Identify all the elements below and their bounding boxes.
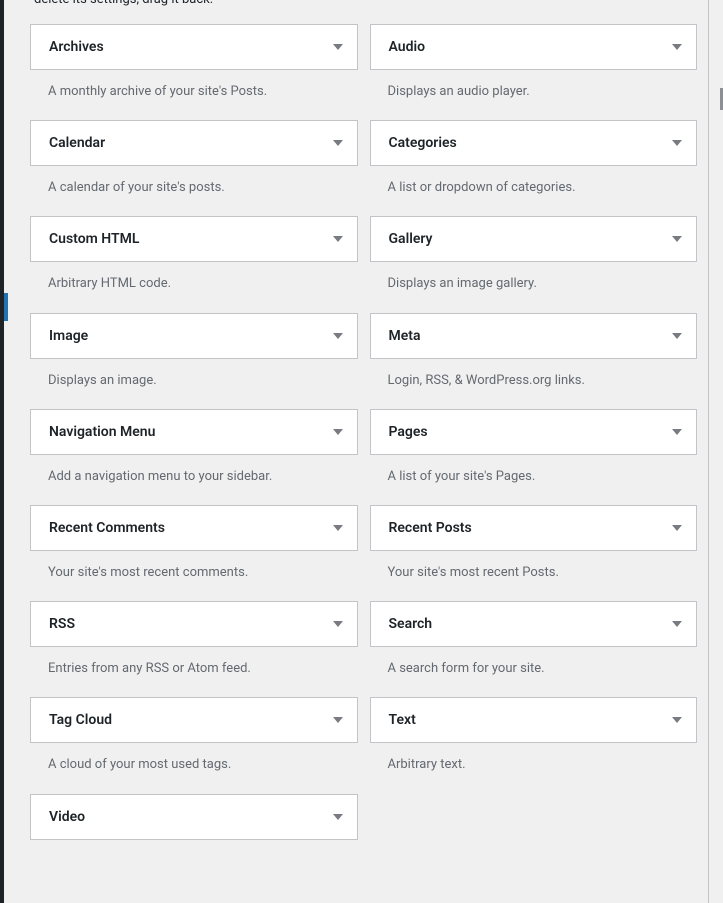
widget-title-label: Archives <box>49 39 104 55</box>
chevron-down-icon <box>333 621 343 627</box>
widget-gallery: Gallery Displays an image gallery. <box>370 216 698 306</box>
widget-header-rss[interactable]: RSS <box>30 601 358 647</box>
widget-description: Arbitrary HTML code. <box>48 275 358 293</box>
chevron-down-icon <box>333 717 343 723</box>
widget-header-gallery[interactable]: Gallery <box>370 216 698 262</box>
widget-description: Displays an audio player. <box>388 83 698 101</box>
widget-tag-cloud: Tag Cloud A cloud of your most used tags… <box>30 697 358 787</box>
widget-rss: RSS Entries from any RSS or Atom feed. <box>30 601 358 691</box>
chevron-down-icon <box>333 140 343 146</box>
chevron-down-icon <box>672 621 682 627</box>
widget-recent-comments: Recent Comments Your site's most recent … <box>30 505 358 595</box>
widget-audio: Audio Displays an audio player. <box>370 24 698 114</box>
intro-text-fragment: delete its settings, drag it back. <box>34 0 213 7</box>
widget-header-recent-posts[interactable]: Recent Posts <box>370 505 698 551</box>
chevron-down-icon <box>672 525 682 531</box>
widget-navigation-menu: Navigation Menu Add a navigation menu to… <box>30 409 358 499</box>
widget-description: Your site's most recent Posts. <box>388 564 698 582</box>
widget-title-label: RSS <box>49 616 75 632</box>
widget-meta: Meta Login, RSS, & WordPress.org links. <box>370 313 698 403</box>
widget-description: A list or dropdown of categories. <box>388 179 698 197</box>
widget-description: Entries from any RSS or Atom feed. <box>48 660 358 678</box>
widget-categories: Categories A list or dropdown of categor… <box>370 120 698 210</box>
widget-header-search[interactable]: Search <box>370 601 698 647</box>
widget-title-label: Navigation Menu <box>49 424 155 440</box>
available-widgets-grid: Archives A monthly archive of your site'… <box>20 0 707 840</box>
widget-title-label: Text <box>389 712 416 728</box>
chevron-down-icon <box>333 525 343 531</box>
chevron-down-icon <box>333 44 343 50</box>
chevron-down-icon <box>333 333 343 339</box>
widget-header-image[interactable]: Image <box>30 313 358 359</box>
widget-description: A list of your site's Pages. <box>388 468 698 486</box>
chevron-down-icon <box>333 429 343 435</box>
widget-title-label: Image <box>49 328 88 344</box>
chevron-down-icon <box>672 717 682 723</box>
widget-description: Displays an image gallery. <box>388 275 698 293</box>
chevron-down-icon <box>672 140 682 146</box>
widget-title-label: Tag Cloud <box>49 712 112 728</box>
widget-header-archives[interactable]: Archives <box>30 24 358 70</box>
widget-description: Arbitrary text. <box>388 756 698 774</box>
widget-title-label: Audio <box>389 39 426 55</box>
widget-header-tag-cloud[interactable]: Tag Cloud <box>30 697 358 743</box>
widget-title-label: Search <box>389 616 433 632</box>
widget-description: A calendar of your site's posts. <box>48 179 358 197</box>
chevron-down-icon <box>672 236 682 242</box>
widget-header-video[interactable]: Video <box>30 794 358 840</box>
widget-description: Add a navigation menu to your sidebar. <box>48 468 358 486</box>
widget-title-label: Recent Comments <box>49 520 165 536</box>
widget-calendar: Calendar A calendar of your site's posts… <box>30 120 358 210</box>
chevron-down-icon <box>333 814 343 820</box>
widget-description: A search form for your site. <box>388 660 698 678</box>
widget-description: Login, RSS, & WordPress.org links. <box>388 372 698 390</box>
widget-video: Video <box>30 794 358 840</box>
widget-title-label: Custom HTML <box>49 231 139 247</box>
widget-header-text[interactable]: Text <box>370 697 698 743</box>
widget-header-audio[interactable]: Audio <box>370 24 698 70</box>
widget-header-calendar[interactable]: Calendar <box>30 120 358 166</box>
widget-header-custom-html[interactable]: Custom HTML <box>30 216 358 262</box>
widget-custom-html: Custom HTML Arbitrary HTML code. <box>30 216 358 306</box>
widget-title-label: Recent Posts <box>389 520 472 536</box>
widget-image: Image Displays an image. <box>30 313 358 403</box>
widget-title-label: Calendar <box>49 135 105 151</box>
widget-description: Your site's most recent comments. <box>48 564 358 582</box>
widget-description: A cloud of your most used tags. <box>48 756 358 774</box>
widget-text: Text Arbitrary text. <box>370 697 698 787</box>
widget-header-categories[interactable]: Categories <box>370 120 698 166</box>
widget-recent-posts: Recent Posts Your site's most recent Pos… <box>370 505 698 595</box>
widget-header-recent-comments[interactable]: Recent Comments <box>30 505 358 551</box>
widget-search: Search A search form for your site. <box>370 601 698 691</box>
widget-title-label: Gallery <box>389 231 433 247</box>
widget-pages: Pages A list of your site's Pages. <box>370 409 698 499</box>
widget-archives: Archives A monthly archive of your site'… <box>30 24 358 114</box>
chevron-down-icon <box>672 333 682 339</box>
widget-description: A monthly archive of your site's Posts. <box>48 83 358 101</box>
chevron-down-icon <box>333 236 343 242</box>
chevron-down-icon <box>672 429 682 435</box>
widget-description: Displays an image. <box>48 372 358 390</box>
widget-title-label: Meta <box>389 328 421 344</box>
widget-header-pages[interactable]: Pages <box>370 409 698 455</box>
widget-title-label: Video <box>49 809 85 825</box>
chevron-down-icon <box>672 44 682 50</box>
widget-header-navigation-menu[interactable]: Navigation Menu <box>30 409 358 455</box>
widget-title-label: Categories <box>389 135 457 151</box>
widget-title-label: Pages <box>389 424 428 440</box>
widget-header-meta[interactable]: Meta <box>370 313 698 359</box>
